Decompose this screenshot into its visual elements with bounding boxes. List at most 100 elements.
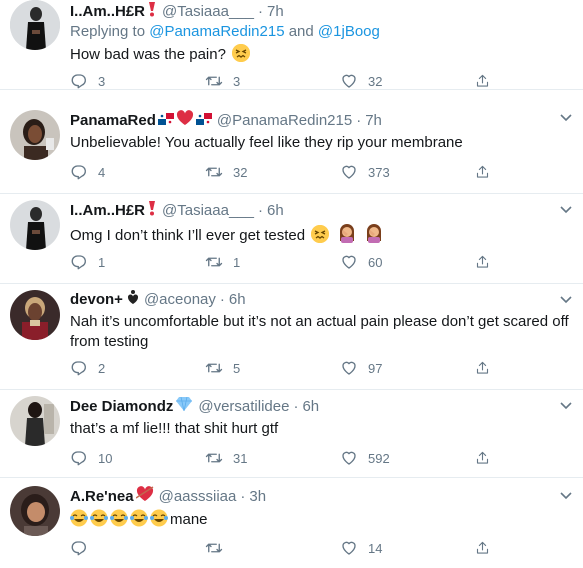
share-icon <box>476 255 489 268</box>
tweet[interactable]: A.Re'nea @aasssiiaa · 3h mane 14 <box>0 478 583 568</box>
like-button[interactable]: 97 <box>340 358 475 378</box>
retweet-count: 3 <box>233 73 241 89</box>
tweet-text: Unbelievable! You actually feel like the… <box>70 134 463 151</box>
display-name[interactable]: Dee Diamondz <box>70 398 173 415</box>
user-handle[interactable]: @aceonay <box>144 291 216 308</box>
reply-icon <box>71 451 86 466</box>
reply-count: 1 <box>98 254 106 270</box>
like-button[interactable]: 373 <box>340 162 475 182</box>
like-button[interactable]: 592 <box>340 448 475 468</box>
reply-count: 4 <box>98 164 106 180</box>
tweet-text-content: How bad was the pain? <box>70 46 231 63</box>
tweet[interactable]: devon+ @aceonay · 6h Nah it’s uncomforta… <box>0 284 583 390</box>
retweet-icon <box>205 167 223 177</box>
heart-icon <box>342 165 356 179</box>
share-button[interactable] <box>475 538 500 558</box>
separator-dot: · <box>240 487 246 505</box>
mention-link[interactable]: @1jBoog <box>318 23 380 40</box>
timestamp[interactable]: 6h <box>229 291 246 308</box>
display-name[interactable]: A.Re'nea <box>70 488 134 505</box>
retweet-count: 5 <box>233 360 241 376</box>
tweet[interactable]: PanamaRed @PanamaRedin215 · 7h Unbelieva… <box>0 98 583 194</box>
tweet-text: Nah it’s uncomfortable but it’s not an a… <box>70 313 569 350</box>
display-name[interactable]: devon+ <box>70 291 123 308</box>
avatar[interactable] <box>10 200 60 250</box>
retweet-icon <box>205 453 223 463</box>
reply-button[interactable]: 2 <box>70 358 205 378</box>
mention-link[interactable]: @PanamaRedin215 <box>149 23 284 40</box>
avatar[interactable] <box>10 110 60 160</box>
retweet-button[interactable]: 5 <box>205 358 340 378</box>
exclamation-emoji-icon <box>147 200 157 220</box>
tweet-text: mane <box>70 509 573 533</box>
retweet-button[interactable]: 32 <box>205 162 340 182</box>
tears-of-joy-emoji-icon <box>70 509 170 533</box>
panama-flag-icon <box>157 112 174 129</box>
facepalm-emoji-icon <box>364 223 384 249</box>
reply-button[interactable] <box>70 538 205 558</box>
tweet-text-content: mane <box>170 511 208 528</box>
heart-icon <box>342 255 356 269</box>
separator-dot: · <box>257 2 263 20</box>
tweet[interactable]: I..Am..H£R @Tasiaaa___ · 6h Omg I don’t … <box>0 194 583 284</box>
reply-button[interactable]: 10 <box>70 448 205 468</box>
avatar[interactable] <box>10 396 60 446</box>
user-handle[interactable]: @versatilidee <box>198 398 289 415</box>
like-count: 14 <box>368 540 383 556</box>
display-name[interactable]: PanamaRed <box>70 112 156 129</box>
like-count: 97 <box>368 360 383 376</box>
tweet-text: How bad was the pain? <box>70 44 573 65</box>
timestamp[interactable]: 7h <box>365 112 382 129</box>
red-heart-icon <box>176 110 194 130</box>
retweet-button[interactable] <box>205 538 340 558</box>
user-handle[interactable]: @Tasiaaa___ <box>162 3 254 20</box>
user-handle[interactable]: @aasssiiaa <box>159 488 237 505</box>
user-handle[interactable]: @PanamaRedin215 <box>217 112 352 129</box>
tweet-text-content: Omg I don’t think I’ll ever get tested <box>70 226 310 244</box>
timestamp[interactable]: 3h <box>249 488 266 505</box>
retweet-button[interactable]: 1 <box>205 252 340 272</box>
avatar[interactable] <box>10 486 60 536</box>
reply-button[interactable]: 1 <box>70 252 205 272</box>
timestamp[interactable]: 7h <box>267 3 284 20</box>
retweet-button[interactable]: 3 <box>205 71 340 91</box>
reply-button[interactable]: 3 <box>70 71 205 91</box>
avatar[interactable] <box>10 0 60 50</box>
heart-exclamation-icon <box>127 289 139 309</box>
share-button[interactable] <box>475 252 500 272</box>
share-button[interactable] <box>475 358 500 378</box>
reply-count: 3 <box>98 73 106 89</box>
tweet[interactable]: I..Am..H£R @Tasiaaa___ · 7h Replying to … <box>0 0 583 90</box>
reply-icon <box>71 361 86 376</box>
reply-icon <box>71 165 86 180</box>
display-name[interactable]: I..Am..H£R <box>70 3 145 20</box>
confounded-face-emoji-icon <box>232 44 251 62</box>
share-icon <box>476 74 489 87</box>
reply-icon <box>71 541 86 556</box>
like-button[interactable]: 60 <box>340 252 475 272</box>
diamond-icon <box>175 396 193 415</box>
retweet-icon <box>205 76 223 86</box>
share-icon <box>476 451 489 464</box>
display-name[interactable]: I..Am..H£R <box>70 202 145 219</box>
tweet[interactable]: Dee Diamondz @versatilidee · 6h that’s a… <box>0 390 583 478</box>
timestamp[interactable]: 6h <box>302 398 319 415</box>
reply-count: 2 <box>98 360 106 376</box>
like-button[interactable]: 32 <box>340 71 475 91</box>
separator-dot: · <box>257 201 263 219</box>
retweet-icon <box>205 543 223 553</box>
share-button[interactable] <box>475 162 500 182</box>
timestamp[interactable]: 6h <box>267 202 284 219</box>
panama-flag-icon <box>195 112 212 129</box>
reply-button[interactable]: 4 <box>70 162 205 182</box>
tweet-text: Omg I don’t think I’ll ever get tested <box>70 223 573 249</box>
share-button[interactable] <box>475 448 500 468</box>
like-count: 32 <box>368 73 383 89</box>
like-button[interactable]: 14 <box>340 538 475 558</box>
retweet-icon <box>205 257 223 267</box>
heart-arrow-icon <box>135 486 154 506</box>
share-button[interactable] <box>475 71 500 91</box>
retweet-button[interactable]: 31 <box>205 448 340 468</box>
avatar[interactable] <box>10 290 60 340</box>
user-handle[interactable]: @Tasiaaa___ <box>162 202 254 219</box>
